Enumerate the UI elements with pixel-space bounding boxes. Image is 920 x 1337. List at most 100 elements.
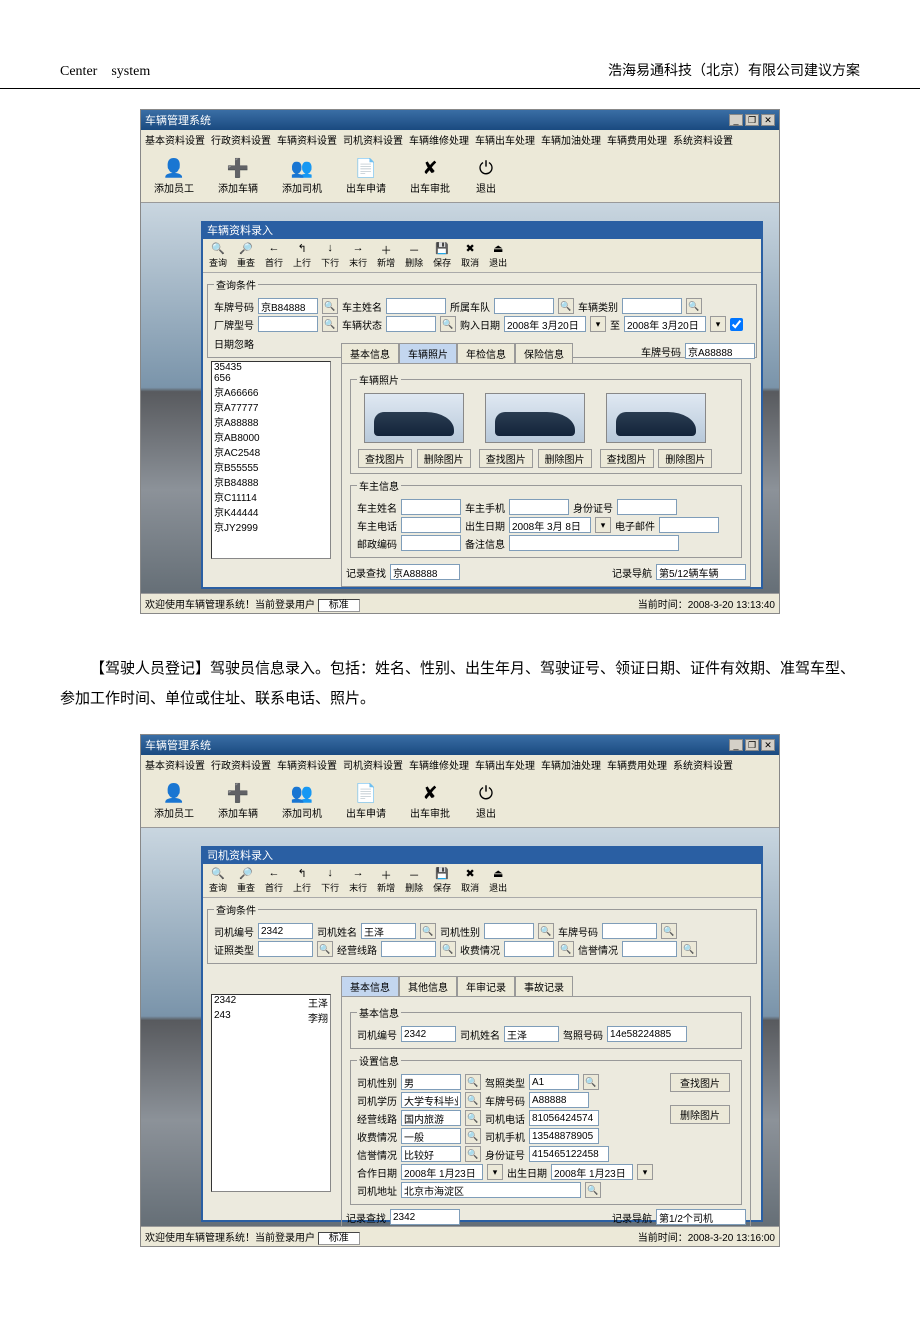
menu-item[interactable]: 基本资料设置 xyxy=(145,132,205,147)
list-item[interactable]: 2342王泽 xyxy=(212,995,330,1010)
panel-toolbar-button[interactable]: －删除 xyxy=(402,866,426,895)
status-lookup-icon[interactable]: 🔍 xyxy=(440,316,456,332)
del-photo-2-button[interactable]: 删除图片 xyxy=(538,449,592,468)
panel-toolbar-button[interactable]: －删除 xyxy=(402,241,426,270)
menu-item[interactable]: 车辆费用处理 xyxy=(607,757,667,772)
list-item[interactable]: 京A88888 xyxy=(212,414,330,429)
route-input[interactable] xyxy=(381,941,436,957)
s-gender-lookup-icon[interactable]: 🔍 xyxy=(465,1074,481,1090)
menu-item[interactable]: 车辆维修处理 xyxy=(409,757,469,772)
s-route-input[interactable] xyxy=(401,1110,461,1126)
s-credit-input[interactable] xyxy=(401,1146,461,1162)
list-item[interactable]: 京C11114 xyxy=(212,489,330,504)
del-photo-1-button[interactable]: 删除图片 xyxy=(417,449,471,468)
menu-item[interactable]: 车辆加油处理 xyxy=(541,132,601,147)
s-mobile-input[interactable] xyxy=(529,1128,599,1144)
menu-item[interactable]: 车辆加油处理 xyxy=(541,757,601,772)
owner-mobile-input[interactable] xyxy=(509,499,569,515)
panel-toolbar-button[interactable]: →末行 xyxy=(346,866,370,895)
s-birth-input[interactable] xyxy=(551,1164,633,1180)
panel-toolbar-button[interactable]: ←首行 xyxy=(262,241,286,270)
s-gender-input[interactable] xyxy=(401,1074,461,1090)
drivername-input[interactable] xyxy=(361,923,416,939)
list-item[interactable]: 35435 xyxy=(212,362,330,373)
panel-toolbar-button[interactable]: ←首行 xyxy=(262,866,286,895)
find-photo-2-button[interactable]: 查找图片 xyxy=(479,449,533,468)
list-item[interactable]: 京AB8000 xyxy=(212,429,330,444)
gender-lookup-icon[interactable]: 🔍 xyxy=(538,923,554,939)
plate-right-input[interactable] xyxy=(685,343,755,359)
credit-lookup-icon[interactable]: 🔍 xyxy=(681,941,697,957)
team-input[interactable] xyxy=(494,298,554,314)
panel-toolbar-button[interactable]: 🔎重查 xyxy=(234,866,258,895)
toolbar-button[interactable]: 👤添加员工 xyxy=(147,778,201,823)
tab[interactable]: 年检信息 xyxy=(457,343,515,363)
plate2-input[interactable] xyxy=(602,923,657,939)
list-item[interactable]: 京JY2999 xyxy=(212,519,330,534)
factory-input[interactable] xyxy=(258,316,318,332)
driver-list[interactable]: 2342王泽243李翔 xyxy=(211,994,331,1192)
s-joindate-dropdown-icon[interactable]: ▾ xyxy=(487,1164,503,1180)
plate2-lookup-icon[interactable]: 🔍 xyxy=(661,923,677,939)
list-item[interactable]: 京K44444 xyxy=(212,504,330,519)
plate-lookup-icon[interactable]: 🔍 xyxy=(322,298,338,314)
panel-toolbar-button[interactable]: ⏏退出 xyxy=(486,866,510,895)
owner-email-input[interactable] xyxy=(659,517,719,533)
s-edu-lookup-icon[interactable]: 🔍 xyxy=(465,1092,481,1108)
date-to-dropdown-icon[interactable]: ▾ xyxy=(710,316,726,332)
menu-item[interactable]: 行政资料设置 xyxy=(211,132,271,147)
charge-lookup-icon[interactable]: 🔍 xyxy=(558,941,574,957)
basic-id-input[interactable] xyxy=(401,1026,456,1042)
lictype-input[interactable] xyxy=(258,941,313,957)
s-charge-lookup-icon[interactable]: 🔍 xyxy=(465,1128,481,1144)
record-search-input[interactable] xyxy=(390,564,460,580)
s-credit-lookup-icon[interactable]: 🔍 xyxy=(465,1146,481,1162)
owner-name-input[interactable] xyxy=(401,499,461,515)
menu-item[interactable]: 司机资料设置 xyxy=(343,757,403,772)
panel-toolbar-button[interactable]: ↰上行 xyxy=(290,866,314,895)
owner-tel-input[interactable] xyxy=(401,517,461,533)
s-addr-input[interactable] xyxy=(401,1182,581,1198)
s-plate-input[interactable] xyxy=(529,1092,589,1108)
tab[interactable]: 基本信息 xyxy=(341,976,399,996)
menu-item[interactable]: 司机资料设置 xyxy=(343,132,403,147)
menu-item[interactable]: 车辆维修处理 xyxy=(409,132,469,147)
owner-id-input[interactable] xyxy=(617,499,677,515)
minimize-button[interactable]: _ xyxy=(729,114,743,126)
route-lookup-icon[interactable]: 🔍 xyxy=(440,941,456,957)
minimize-button-2[interactable]: _ xyxy=(729,739,743,751)
tab[interactable]: 事故记录 xyxy=(515,976,573,996)
panel-toolbar-button[interactable]: 🔎重查 xyxy=(234,241,258,270)
tab[interactable]: 年审记录 xyxy=(457,976,515,996)
panel-toolbar-button[interactable]: ↓下行 xyxy=(318,241,342,270)
s-route-lookup-icon[interactable]: 🔍 xyxy=(465,1110,481,1126)
owner-birth-input[interactable] xyxy=(509,517,591,533)
panel-toolbar-button[interactable]: ✖取消 xyxy=(458,866,482,895)
list-item[interactable]: 656 xyxy=(212,373,330,384)
s-charge-input[interactable] xyxy=(401,1128,461,1144)
panel-toolbar-button[interactable]: ✖取消 xyxy=(458,241,482,270)
panel-toolbar-button[interactable]: ⏏退出 xyxy=(486,241,510,270)
list-item[interactable]: 京A66666 xyxy=(212,384,330,399)
record-search-input-2[interactable] xyxy=(390,1209,460,1225)
find-photo-1-button[interactable]: 查找图片 xyxy=(358,449,412,468)
buydate-to-input[interactable] xyxy=(624,316,706,332)
tab[interactable]: 其他信息 xyxy=(399,976,457,996)
list-item[interactable]: 243李翔 xyxy=(212,1010,330,1025)
menu-item[interactable]: 系统资料设置 xyxy=(673,757,733,772)
owner-zip-input[interactable] xyxy=(401,535,461,551)
toolbar-button[interactable]: ⏻退出 xyxy=(467,778,505,823)
menu-item[interactable]: 车辆资料设置 xyxy=(277,757,337,772)
team-lookup-icon[interactable]: 🔍 xyxy=(558,298,574,314)
s-lictype-lookup-icon[interactable]: 🔍 xyxy=(583,1074,599,1090)
toolbar-button[interactable]: 👥添加司机 xyxy=(275,778,329,823)
toolbar-button[interactable]: ✘出车审批 xyxy=(403,153,457,198)
s-tel-input[interactable] xyxy=(529,1110,599,1126)
maximize-button-2[interactable]: ❐ xyxy=(745,739,759,751)
list-item[interactable]: 京A77777 xyxy=(212,399,330,414)
credit-input[interactable] xyxy=(622,941,677,957)
charge-input[interactable] xyxy=(504,941,554,957)
menu-item[interactable]: 车辆出车处理 xyxy=(475,132,535,147)
panel-toolbar-button[interactable]: ↓下行 xyxy=(318,866,342,895)
menu-item[interactable]: 行政资料设置 xyxy=(211,757,271,772)
